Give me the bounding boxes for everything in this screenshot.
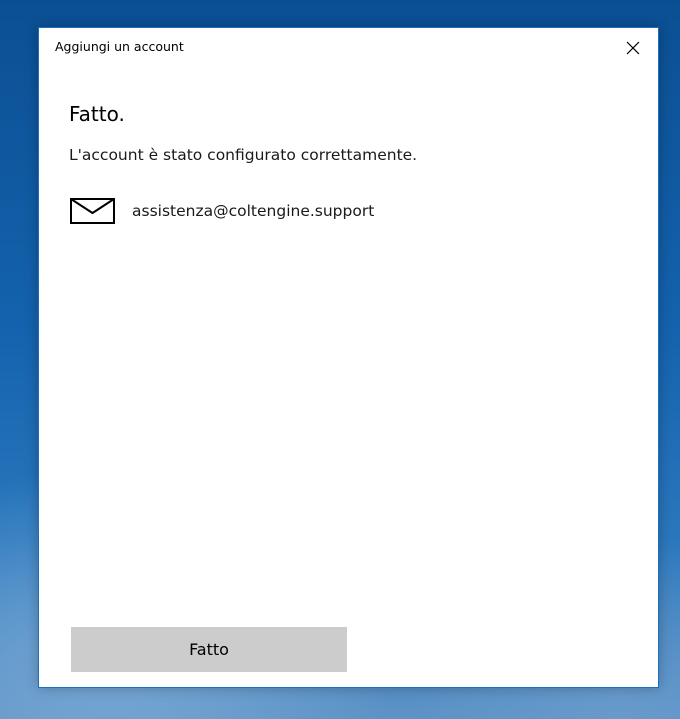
close-icon [626, 41, 640, 55]
account-entry: assistenza@coltengine.support [70, 196, 374, 226]
status-message: L'account è stato configurato correttame… [69, 146, 418, 164]
mail-icon [70, 198, 115, 224]
dialog-title: Aggiungi un account [55, 39, 184, 54]
account-email: assistenza@coltengine.support [132, 202, 375, 220]
page-title: Fatto. [69, 102, 125, 126]
close-button[interactable] [618, 34, 648, 62]
done-button[interactable]: Fatto [71, 627, 347, 672]
add-account-dialog: Aggiungi un account Fatto. L'account è s… [38, 27, 659, 688]
dialog-titlebar: Aggiungi un account [39, 28, 658, 66]
